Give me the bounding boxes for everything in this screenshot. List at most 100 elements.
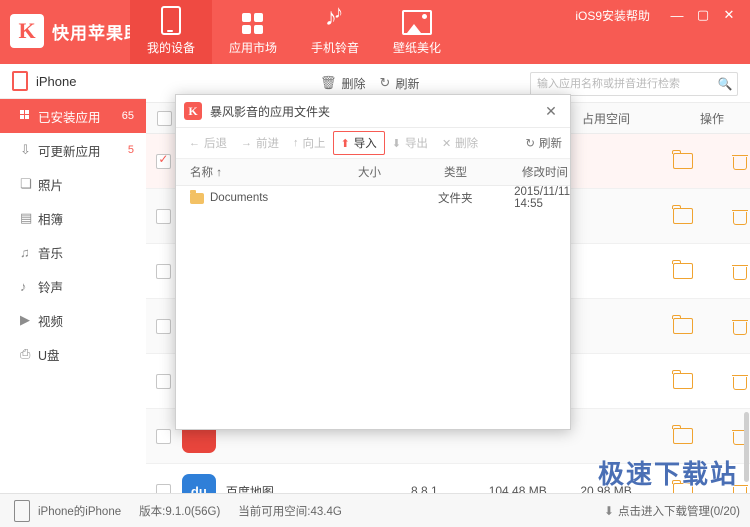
dialog-title: 暴风影音的应用文件夹 bbox=[210, 104, 331, 119]
back-button[interactable]: ← 后退 bbox=[182, 132, 234, 154]
select-all-checkbox[interactable] bbox=[156, 110, 172, 126]
dialog-column-time[interactable]: 修改时间 bbox=[522, 164, 570, 180]
sidebar-item-music[interactable]: ♫ 音乐 bbox=[0, 235, 146, 269]
dialog-close-button[interactable]: ✕ bbox=[540, 100, 562, 122]
search-icon[interactable]: 🔍 bbox=[713, 77, 737, 91]
row-checkbox[interactable] bbox=[156, 208, 172, 224]
app-folder-dialog: K 暴风影音的应用文件夹 ✕ ← 后退 → 前进 ↑ 向上 ⬆ 导入 ⬇ 导出 … bbox=[175, 94, 571, 430]
close-icon: ✕ bbox=[441, 137, 452, 150]
delete-button[interactable]: 🗑 删除 bbox=[320, 75, 366, 92]
export-button[interactable]: ⬇ 导出 bbox=[385, 132, 435, 154]
dialog-column-name[interactable]: 名称 ↑ bbox=[176, 164, 358, 180]
music-icon: ♫ bbox=[20, 244, 30, 260]
grid-icon bbox=[242, 9, 264, 35]
dialog-refresh-label: 刷新 bbox=[539, 138, 562, 150]
row-checkbox[interactable] bbox=[156, 373, 172, 389]
device-icon bbox=[12, 71, 28, 91]
export-icon: ⬇ bbox=[391, 137, 401, 150]
maximize-button[interactable]: ▢ bbox=[690, 3, 716, 27]
arrow-up-icon: ↑ bbox=[293, 137, 299, 149]
sidebar-item-label: 照片 bbox=[38, 178, 64, 193]
dialog-file-row[interactable]: Documents 文件夹 2015/11/11 14:55 bbox=[176, 186, 570, 210]
row-checkbox[interactable] bbox=[156, 263, 172, 279]
search-input[interactable] bbox=[531, 74, 713, 94]
nav-label: 手机铃音 bbox=[310, 40, 359, 55]
nav-app-market[interactable]: 应用市场 bbox=[212, 0, 294, 64]
dialog-table-header: 名称 ↑ 大小 类型 修改时间 bbox=[176, 159, 570, 186]
sidebar-device-header[interactable]: iPhone bbox=[0, 64, 146, 99]
sidebar-item-label: 视频 bbox=[38, 314, 64, 329]
open-folder-icon[interactable] bbox=[672, 205, 694, 226]
up-label: 向上 bbox=[302, 138, 326, 150]
minimize-button[interactable]: — bbox=[664, 3, 690, 27]
dialog-column-type[interactable]: 类型 bbox=[444, 164, 522, 180]
row-checkbox[interactable] bbox=[156, 318, 172, 334]
sidebar-item-usb[interactable]: ⎙ U盘 bbox=[0, 337, 146, 371]
watermark: 极速下载站 bbox=[597, 459, 738, 489]
dialog-file-time: 2015/11/11 14:55 bbox=[514, 186, 570, 210]
dialog-refresh-button[interactable]: ↻ 刷新 bbox=[525, 135, 562, 151]
refresh-icon: ↻ bbox=[379, 75, 391, 90]
nav-label: 应用市场 bbox=[228, 40, 277, 55]
dialog-delete-label: 删除 bbox=[455, 138, 479, 150]
open-folder-icon[interactable] bbox=[672, 370, 694, 391]
ios9-help-link[interactable]: iOS9安装帮助 bbox=[575, 7, 650, 24]
dialog-delete-button[interactable]: ✕ 删除 bbox=[435, 132, 485, 154]
download-manager-entry[interactable]: ⬇ 点击进入下载管理(0/20) bbox=[604, 503, 740, 519]
row-checkbox[interactable] bbox=[156, 152, 172, 169]
export-label: 导出 bbox=[404, 138, 428, 150]
open-folder-icon[interactable] bbox=[672, 425, 694, 446]
open-folder-icon[interactable] bbox=[672, 315, 694, 336]
list-scrollbar[interactable] bbox=[743, 132, 750, 492]
nav-label: 壁纸美化 bbox=[392, 40, 441, 55]
picture-icon bbox=[402, 9, 432, 35]
nav-my-device[interactable]: 我的设备 bbox=[130, 0, 212, 64]
refresh-button[interactable]: ↻ 刷新 bbox=[380, 75, 420, 92]
trash-icon: 🗑 bbox=[320, 75, 337, 90]
sidebar-item-albums[interactable]: ▤ 相簿 bbox=[0, 201, 146, 235]
dialog-file-type: 文件夹 bbox=[437, 193, 473, 205]
sidebar-item-label: 可更新应用 bbox=[38, 144, 101, 159]
dialog-logo-icon: K bbox=[184, 102, 202, 120]
logo-letter: K bbox=[18, 18, 36, 43]
download-icon: ⬇ bbox=[603, 503, 614, 518]
row-actions bbox=[672, 315, 750, 336]
sidebar-item-installed-apps[interactable]: 已安装应用 65 bbox=[0, 99, 146, 133]
nav-ringtones[interactable]: 手机铃音 bbox=[294, 0, 376, 64]
app-window: K 快用苹果助手 我的设备 应用市场 手机铃音 壁纸美化 iOS9安装 bbox=[0, 0, 750, 527]
open-folder-icon[interactable] bbox=[672, 150, 694, 171]
scrollbar-thumb[interactable] bbox=[744, 412, 749, 482]
sidebar-item-photos[interactable]: ❏ 照片 bbox=[0, 167, 146, 201]
open-folder-icon[interactable] bbox=[672, 260, 694, 281]
row-actions bbox=[672, 370, 750, 391]
main-nav: 我的设备 应用市场 手机铃音 壁纸美化 bbox=[130, 0, 458, 64]
row-checkbox[interactable] bbox=[156, 428, 172, 444]
sidebar: iPhone 已安装应用 65 ⇩ 可更新应用 5 ❏ 照片 ▤ 相簿 ♫ 音乐… bbox=[0, 64, 147, 494]
window-controls: iOS9安装帮助 — ▢ ✕ bbox=[575, 0, 742, 30]
import-icon: ⬆ bbox=[340, 137, 350, 150]
back-label: 后退 bbox=[204, 138, 227, 150]
album-icon: ▤ bbox=[20, 210, 33, 225]
dialog-file-list: Documents 文件夹 2015/11/11 14:55 bbox=[176, 186, 570, 435]
row-actions bbox=[672, 205, 750, 226]
close-button[interactable]: ✕ bbox=[716, 3, 742, 27]
cloud-down-icon: ⇩ bbox=[20, 142, 31, 157]
row-actions bbox=[672, 260, 750, 281]
forward-button[interactable]: → 前进 bbox=[234, 132, 286, 154]
search-box[interactable]: 🔍 bbox=[530, 72, 738, 96]
up-button[interactable]: ↑ 向上 bbox=[286, 132, 333, 154]
refresh-icon: ↻ bbox=[525, 138, 535, 150]
dialog-column-size[interactable]: 大小 bbox=[358, 164, 444, 180]
status-device-name: iPhone的iPhone bbox=[38, 505, 122, 518]
sidebar-item-label: 已安装应用 bbox=[38, 110, 101, 125]
import-button[interactable]: ⬆ 导入 bbox=[332, 131, 385, 155]
sidebar-item-videos[interactable]: ▶ 视频 bbox=[0, 303, 146, 337]
row-actions bbox=[672, 150, 750, 171]
logo-mark: K bbox=[10, 14, 44, 48]
sidebar-item-ringtones[interactable]: ♪ 铃声 bbox=[0, 269, 146, 303]
dialog-toolbar: ← 后退 → 前进 ↑ 向上 ⬆ 导入 ⬇ 导出 ✕ 删除 ↻ 刷新 bbox=[176, 128, 570, 159]
device-name: iPhone bbox=[36, 73, 77, 89]
sidebar-item-updatable-apps[interactable]: ⇩ 可更新应用 5 bbox=[0, 133, 146, 167]
nav-wallpaper[interactable]: 壁纸美化 bbox=[376, 0, 458, 64]
sidebar-item-label: 铃声 bbox=[38, 280, 64, 295]
